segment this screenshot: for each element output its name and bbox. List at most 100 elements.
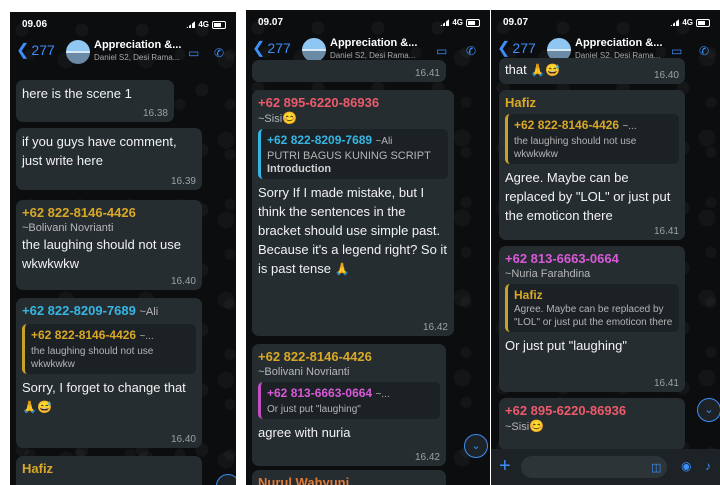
quoted-sender: +62 822-8146-4426 ~... — [31, 327, 190, 345]
message-text: that 🙏😅 — [505, 62, 679, 78]
message-sender[interactable]: +62 813-6663-0664 — [505, 250, 679, 267]
message-bubble[interactable]: here is the scene 1 16.38 — [16, 80, 174, 122]
quoted-message[interactable]: +62 822-8146-4426 ~... the laughing shou… — [22, 324, 196, 374]
video-call-icon[interactable]: ▭ — [436, 44, 447, 58]
message-bubble[interactable]: +62 813-6663-0664 ~Nuria Farahdina Hafiz… — [499, 246, 685, 392]
group-avatar[interactable] — [302, 38, 326, 62]
chat-title[interactable]: Appreciation &... — [330, 37, 417, 49]
signal-icon — [670, 19, 680, 26]
group-avatar[interactable] — [66, 40, 90, 64]
camera-icon[interactable]: ◉ — [681, 459, 691, 473]
status-time: 09.06 — [22, 19, 48, 30]
sender-alias: ~Sisi😊 — [258, 111, 448, 126]
chat-screenshot-2: 09.07 4G ❮ 277 Appreciation &... Daniel S… — [246, 10, 490, 485]
network-indicator: 4G — [440, 18, 480, 27]
quoted-sender: +62 822-8146-4426 ~... — [514, 117, 673, 135]
message-sender[interactable]: +62 822-8146-4426 — [258, 348, 440, 365]
phone-icon[interactable]: ✆ — [214, 46, 224, 60]
sender-alias-text: ~Sisi — [505, 421, 530, 433]
scroll-down-button[interactable]: ⌄ — [464, 434, 488, 458]
message-bubble[interactable]: 16.41 — [252, 60, 446, 82]
back-count: 277 — [31, 42, 55, 58]
status-bar: 09.07 4G — [491, 10, 720, 34]
scroll-down-button[interactable]: ⌄ — [697, 398, 720, 422]
sender-alias: ~Sisi😊 — [505, 419, 679, 434]
message-input[interactable] — [521, 456, 667, 478]
message-sender[interactable]: +62 895-6220-86936 — [505, 402, 679, 419]
quoted-text: the laughing should not use wkwkwkw — [31, 346, 154, 370]
message-sender[interactable]: Hafiz — [505, 94, 679, 111]
battery-icon — [212, 20, 226, 29]
message-sender[interactable]: +62 822-8146-4426 — [22, 204, 196, 221]
quoted-alias: ~... — [139, 331, 154, 342]
quoted-message[interactable]: +62 822-8209-7689 ~Ali PUTRI BAGUS KUNIN… — [258, 129, 448, 179]
quoted-alias: ~... — [375, 389, 390, 400]
back-count: 277 — [512, 40, 536, 56]
status-time: 09.07 — [503, 17, 529, 28]
message-time: 16.40 — [170, 434, 196, 445]
chat-title[interactable]: Appreciation &... — [94, 39, 181, 51]
phone-icon[interactable]: ✆ — [699, 44, 709, 58]
back-button[interactable]: ❮ 277 — [497, 38, 536, 58]
message-bubble[interactable]: +62 822-8209-7689 ~Ali +62 822-8146-4426… — [16, 298, 202, 448]
microphone-icon[interactable]: ♪ — [705, 459, 711, 473]
message-bubble[interactable]: if you guys have comment, just write her… — [16, 128, 202, 190]
quoted-message[interactable]: Hafiz Agree. Maybe can be replaced by "L… — [505, 284, 679, 332]
sender-alias-text: ~Sisi — [258, 113, 283, 125]
smile-emoji-icon: 😊 — [282, 111, 298, 125]
network-label: 4G — [198, 20, 209, 29]
video-call-icon[interactable]: ▭ — [671, 44, 682, 58]
message-bubble[interactable]: Hafiz +62 822-8146-4426 ~... the laughin… — [499, 90, 685, 240]
chat-title[interactable]: Appreciation &... — [575, 37, 662, 49]
message-input-bar: + ◫ ◉ ♪ — [491, 449, 720, 485]
video-call-icon[interactable]: ▭ — [188, 46, 199, 60]
sender-alias: ~Bolivani Novrianti — [22, 222, 114, 234]
message-text: agree with nuria — [258, 425, 351, 440]
message-sender[interactable]: Nurul Wahyuni — [258, 474, 440, 485]
chat-header: ❮ 277 Appreciation &... Daniel S2, Desi R… — [10, 36, 236, 70]
signal-icon — [440, 19, 450, 26]
battery-icon — [466, 18, 480, 27]
quoted-number: +62 822-8146-4426 — [31, 328, 137, 342]
quoted-number: +62 822-8146-4426 — [514, 118, 620, 132]
message-time: 16.40 — [653, 70, 679, 81]
status-time: 09.07 — [258, 17, 284, 28]
message-time: 16.41 — [414, 68, 440, 79]
back-button[interactable]: ❮ 277 — [16, 40, 55, 60]
quoted-sender: +62 822-8209-7689 ~Ali — [267, 132, 442, 150]
message-time: 16.39 — [170, 176, 196, 187]
chat-screenshot-3: 09.07 4G ❮ 277 Appreciation &... Daniel S… — [491, 10, 720, 485]
pray-emoji-icon: 🙏 — [334, 262, 350, 276]
quoted-number: +62 822-8209-7689 — [267, 133, 373, 147]
sender-alias: ~Ali — [139, 306, 159, 318]
network-label: 4G — [452, 18, 463, 27]
network-indicator: 4G — [670, 18, 710, 27]
message-bubble[interactable]: +62 822-8146-4426 ~Bolivani Novrianti th… — [16, 200, 202, 290]
message-text: here is the scene 1 — [22, 86, 132, 101]
phone-icon[interactable]: ✆ — [466, 44, 476, 58]
chat-members: Daniel S2, Desi Rama... — [94, 53, 180, 62]
message-sender[interactable]: +62 822-8209-7689 ~Ali — [22, 302, 196, 321]
message-sender[interactable]: +62 895-6220-86936 — [258, 94, 448, 111]
message-time: 16.38 — [142, 108, 168, 119]
signal-icon — [186, 21, 196, 28]
message-body: Sorry, I forget to change that — [22, 380, 186, 395]
smile-emoji-icon: 😊 — [529, 419, 545, 433]
message-bubble[interactable]: +62 895-6220-86936 ~Sisi😊 +62 822-8209-7… — [252, 90, 454, 336]
battery-icon — [696, 18, 710, 27]
message-bubble[interactable]: Nurul Wahyuni — [252, 470, 446, 485]
message-bubble[interactable]: Hafiz — [16, 456, 202, 485]
back-button[interactable]: ❮ 277 — [252, 38, 291, 58]
message-bubble[interactable]: +62 895-6220-86936 ~Sisi😊 — [499, 398, 685, 450]
message-bubble[interactable]: that 🙏😅 16.40 — [499, 58, 685, 84]
message-sender[interactable]: Hafiz — [22, 460, 196, 477]
message-bubble[interactable]: +62 822-8146-4426 ~Bolivani Novrianti +6… — [252, 344, 446, 466]
quoted-message[interactable]: +62 813-6663-0664 ~... Or just put "laug… — [258, 382, 440, 419]
plus-icon[interactable]: + — [499, 455, 511, 478]
quoted-message[interactable]: +62 822-8146-4426 ~... the laughing shou… — [505, 114, 679, 164]
pray-emoji-icon: 🙏😅 — [22, 400, 52, 414]
sender-alias: ~Nuria Farahdina — [505, 268, 591, 280]
message-text: Agree. Maybe can be replaced by "LOL" or… — [505, 170, 671, 223]
scroll-down-button[interactable]: ⌄ — [216, 474, 236, 485]
sticker-icon[interactable]: ◫ — [651, 461, 661, 474]
